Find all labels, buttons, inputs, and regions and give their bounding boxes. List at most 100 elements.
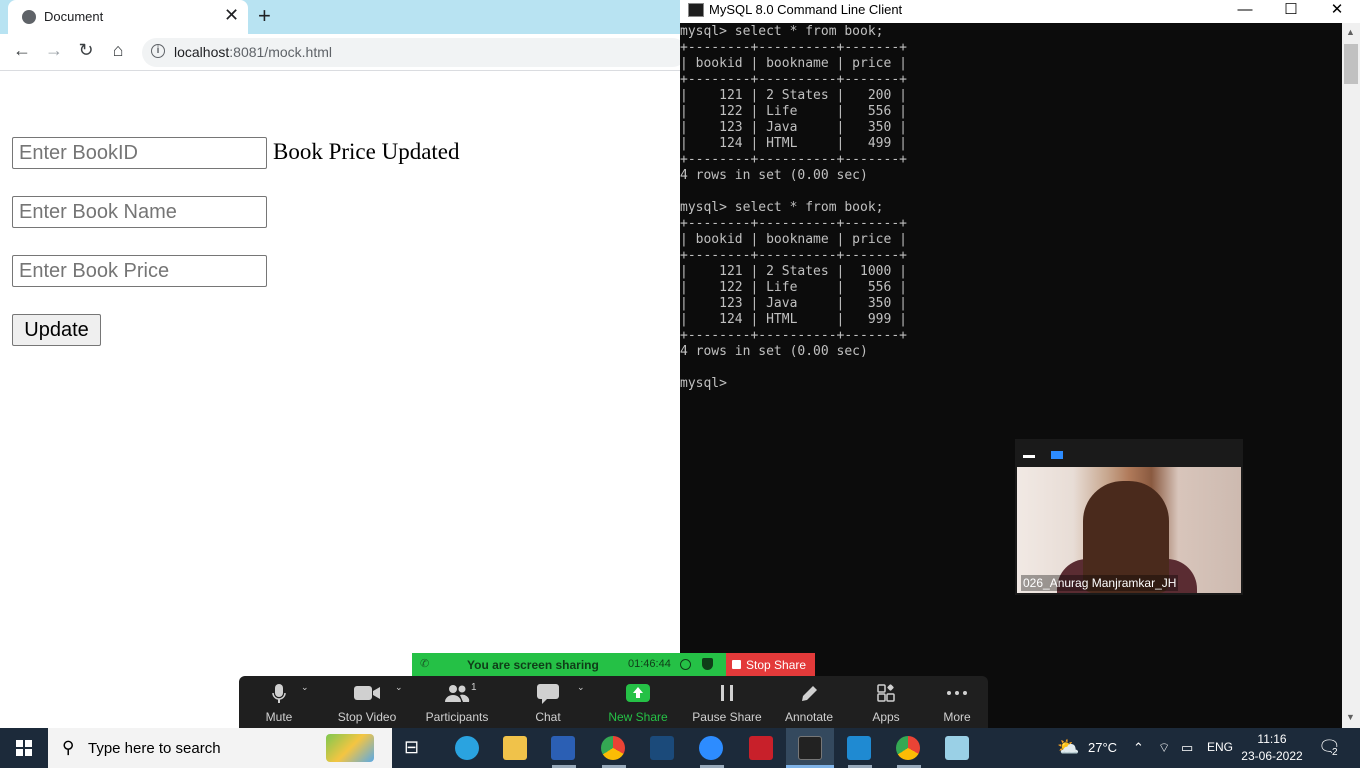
clock-time: 11:16	[1257, 732, 1287, 746]
pause-share-label: Pause Share	[692, 710, 762, 724]
expand-video-icon[interactable]	[1051, 451, 1063, 459]
minimize-icon[interactable]: —	[1222, 0, 1268, 20]
window-title: MySQL 8.0 Command Line Client	[709, 2, 903, 17]
stop-icon	[732, 660, 741, 669]
task-view-icon[interactable]: ⊟	[404, 737, 428, 761]
search-icon: ⚲	[62, 738, 75, 757]
participant-video: 026_Anurag Manjramkar_JH	[1017, 467, 1241, 593]
shield-icon	[702, 658, 713, 670]
mysql-app-icon	[688, 3, 704, 17]
microphone-icon	[253, 684, 305, 709]
search-highlight-icon	[326, 734, 374, 762]
notification-count: 2	[1332, 747, 1338, 758]
maximize-icon[interactable]: ☐	[1268, 0, 1314, 20]
info-icon[interactable]: i	[151, 44, 165, 58]
share-up-arrow-icon	[605, 684, 671, 707]
status-message: Book Price Updated	[273, 139, 460, 164]
pause-icon	[691, 684, 763, 707]
mysql-client-icon[interactable]	[798, 736, 822, 760]
sharing-text: You are screen sharing	[467, 658, 599, 672]
tab-strip: Document ✕ +	[0, 0, 680, 34]
chevron-up-icon[interactable]: ⌃	[1133, 740, 1144, 756]
apps-button[interactable]: Apps	[861, 676, 911, 728]
telegram-icon[interactable]	[455, 736, 479, 760]
apps-icon	[861, 684, 911, 707]
minimize-video-icon[interactable]	[1023, 455, 1035, 458]
start-button[interactable]	[0, 728, 48, 768]
console-output[interactable]: mysql> select * from book; +--------+---…	[680, 23, 1342, 728]
file-explorer-icon[interactable]	[503, 736, 527, 760]
bookname-input[interactable]	[12, 196, 267, 228]
pencil-icon	[781, 684, 837, 709]
language-indicator[interactable]: ENG	[1207, 740, 1233, 754]
taskbar: ⚲ Type here to search ⊟ ⛅ 27°C ⌃ ⌔ ▭ ENG…	[0, 728, 1360, 768]
more-dots-icon	[933, 684, 981, 707]
weather-temp[interactable]: 27°C	[1088, 740, 1117, 755]
notepad-icon[interactable]	[945, 736, 969, 760]
home-icon[interactable]: ⌂	[106, 40, 130, 61]
chat-icon	[521, 684, 575, 709]
scroll-up-icon[interactable]: ▲	[1346, 27, 1355, 37]
scroll-thumb[interactable]	[1344, 44, 1358, 84]
clock-date: 23-06-2022	[1241, 749, 1303, 763]
mute-button[interactable]: ⌄ Mute	[253, 676, 309, 728]
new-share-button[interactable]: New Share	[605, 676, 671, 728]
participants-button[interactable]: 1 Participants	[423, 676, 491, 728]
mysql-workbench-icon[interactable]	[650, 736, 674, 760]
url-text: localhost:8081/mock.html	[174, 44, 332, 60]
vscode-icon[interactable]	[847, 736, 871, 760]
screen-sharing-banner[interactable]: ✆ You are screen sharing 01:46:44	[412, 653, 726, 676]
tab-title: Document	[44, 9, 104, 24]
bookprice-input[interactable]	[12, 255, 267, 287]
back-icon[interactable]: ←	[10, 40, 34, 61]
weather-icon[interactable]: ⛅	[1057, 737, 1079, 758]
update-button[interactable]: Update	[12, 314, 101, 346]
taskbar-search[interactable]: ⚲ Type here to search	[48, 728, 392, 768]
stop-video-label: Stop Video	[337, 710, 397, 724]
chevron-down-icon[interactable]: ⌄	[301, 682, 309, 693]
stop-video-button[interactable]: ⌄ Stop Video	[333, 676, 403, 728]
chevron-down-icon[interactable]: ⌄	[577, 682, 585, 693]
scroll-down-icon[interactable]: ▼	[1346, 712, 1355, 722]
participants-label: Participants	[425, 710, 489, 724]
battery-icon[interactable]: ▭	[1181, 740, 1193, 756]
chevron-down-icon[interactable]: ⌄	[395, 682, 403, 693]
annotate-button[interactable]: Annotate	[781, 676, 837, 728]
status-circle-icon	[680, 659, 691, 670]
annotate-label: Annotate	[784, 710, 834, 724]
mute-label: Mute	[265, 710, 293, 724]
stop-share-button[interactable]: Stop Share	[726, 653, 815, 676]
close-window-icon[interactable]: ✕	[1314, 0, 1360, 20]
word-icon[interactable]	[551, 736, 575, 760]
address-bar[interactable]: i localhost:8081/mock.html	[142, 38, 687, 67]
more-button[interactable]: More	[933, 676, 981, 728]
browser-toolbar: ← → ↻ ⌂ i localhost:8081/mock.html	[0, 34, 687, 71]
forward-icon[interactable]: →	[42, 40, 66, 61]
mysql-console-window: MySQL 8.0 Command Line Client — ☐ ✕ mysq…	[680, 0, 1360, 728]
window-titlebar[interactable]: MySQL 8.0 Command Line Client — ☐ ✕	[680, 0, 1360, 23]
tab-document[interactable]: Document ✕	[8, 0, 248, 34]
reload-icon[interactable]: ↻	[74, 40, 98, 61]
zoom-icon[interactable]	[699, 736, 723, 760]
video-thumbnail[interactable]: 026_Anurag Manjramkar_JH	[1015, 439, 1243, 595]
wifi-icon[interactable]: ⌔	[1158, 740, 1170, 756]
url-path: :8081/mock.html	[229, 44, 332, 60]
new-share-label: New Share	[608, 710, 668, 724]
chrome-icon[interactable]	[601, 736, 625, 760]
browser-window: Document ✕ + ← → ↻ ⌂ i localhost:8081/mo…	[0, 0, 687, 728]
meeting-controls: ⌄ Mute ⌄ Stop Video 1 Participants ⌄ Cha…	[239, 676, 988, 728]
clock[interactable]: 11:16 23-06-2022	[1241, 731, 1303, 765]
phone-icon: ✆	[420, 658, 430, 670]
participants-count: 1	[471, 682, 477, 693]
more-label: More	[943, 710, 971, 724]
acrobat-icon[interactable]	[749, 736, 773, 760]
chrome-profile-icon[interactable]	[896, 736, 920, 760]
bookid-input[interactable]	[12, 137, 267, 169]
close-tab-icon[interactable]: ✕	[224, 5, 239, 26]
scrollbar[interactable]: ▲ ▼	[1342, 23, 1360, 728]
windows-logo-icon	[16, 740, 32, 756]
pause-share-button[interactable]: Pause Share	[691, 676, 763, 728]
new-tab-icon[interactable]: +	[258, 3, 271, 29]
stop-share-label: Stop Share	[746, 658, 807, 672]
chat-button[interactable]: ⌄ Chat	[521, 676, 584, 728]
